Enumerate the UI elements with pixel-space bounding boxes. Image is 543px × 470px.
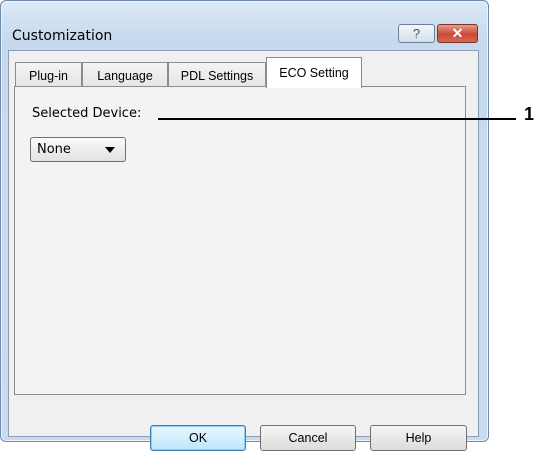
ok-button[interactable]: OK [150, 425, 246, 451]
chevron-down-icon [105, 146, 115, 153]
selected-device-label: Selected Device: [32, 106, 142, 121]
help-icon: ? [412, 26, 421, 41]
help-button[interactable]: Help [370, 425, 467, 451]
eco-setting-panel [14, 86, 466, 395]
tab-eco-setting[interactable]: ECO Setting [266, 57, 362, 88]
window-title: Customization [12, 28, 113, 44]
help-title-button[interactable]: ? [398, 24, 435, 43]
close-button[interactable]: ✕ [437, 24, 478, 43]
tab-plug-in[interactable]: Plug-in [15, 62, 82, 88]
callout-line [158, 118, 516, 120]
cancel-button[interactable]: Cancel [260, 425, 356, 451]
selected-device-value: None [37, 142, 71, 157]
close-icon: ✕ [451, 25, 464, 41]
tab-pdl-settings[interactable]: PDL Settings [168, 62, 266, 88]
tab-language[interactable]: Language [82, 62, 168, 88]
selected-device-dropdown[interactable]: None [30, 137, 126, 162]
callout-number: 1 [524, 104, 535, 124]
